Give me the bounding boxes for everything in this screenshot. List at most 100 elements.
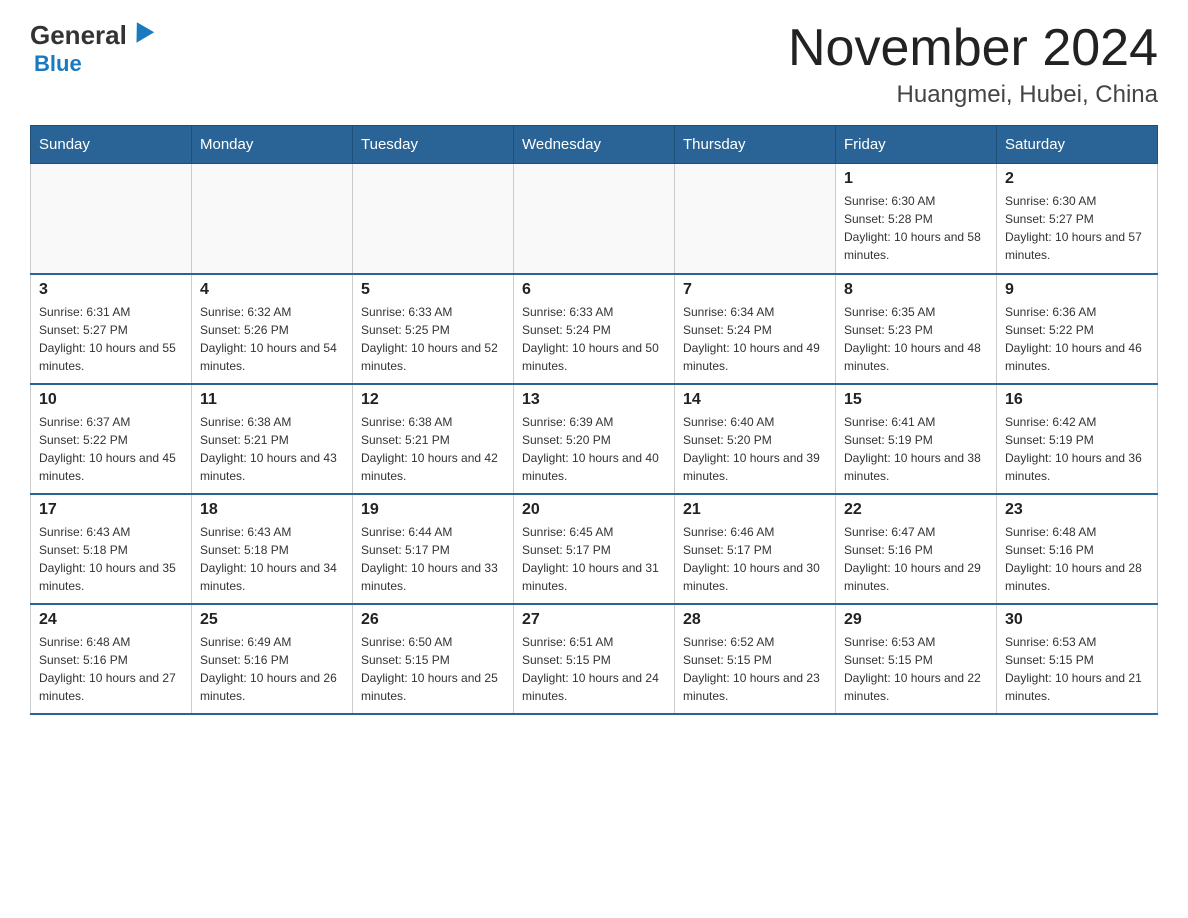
day-number: 18 [200, 501, 344, 519]
calendar-cell: 29 Sunrise: 6:53 AMSunset: 5:15 PMDaylig… [836, 604, 997, 714]
calendar-cell: 17 Sunrise: 6:43 AMSunset: 5:18 PMDaylig… [31, 494, 192, 604]
day-number: 27 [522, 611, 666, 629]
day-info: Sunrise: 6:33 AMSunset: 5:25 PMDaylight:… [361, 303, 505, 375]
calendar-cell [353, 164, 514, 274]
day-number: 26 [361, 611, 505, 629]
calendar-cell: 2 Sunrise: 6:30 AMSunset: 5:27 PMDayligh… [997, 164, 1158, 274]
day-number: 1 [844, 170, 988, 188]
logo: General Blue [30, 20, 151, 77]
calendar-cell: 20 Sunrise: 6:45 AMSunset: 5:17 PMDaylig… [514, 494, 675, 604]
week-row-3: 10 Sunrise: 6:37 AMSunset: 5:22 PMDaylig… [31, 384, 1158, 494]
calendar-cell: 9 Sunrise: 6:36 AMSunset: 5:22 PMDayligh… [997, 274, 1158, 384]
day-info: Sunrise: 6:52 AMSunset: 5:15 PMDaylight:… [683, 633, 827, 705]
day-number: 25 [200, 611, 344, 629]
day-number: 28 [683, 611, 827, 629]
day-number: 7 [683, 281, 827, 299]
calendar-cell: 12 Sunrise: 6:38 AMSunset: 5:21 PMDaylig… [353, 384, 514, 494]
header-day-monday: Monday [192, 126, 353, 164]
day-number: 23 [1005, 501, 1149, 519]
calendar-cell: 28 Sunrise: 6:52 AMSunset: 5:15 PMDaylig… [675, 604, 836, 714]
day-number: 3 [39, 281, 183, 299]
header-day-wednesday: Wednesday [514, 126, 675, 164]
calendar-cell: 24 Sunrise: 6:48 AMSunset: 5:16 PMDaylig… [31, 604, 192, 714]
calendar-body: 1 Sunrise: 6:30 AMSunset: 5:28 PMDayligh… [31, 164, 1158, 714]
day-info: Sunrise: 6:47 AMSunset: 5:16 PMDaylight:… [844, 523, 988, 595]
calendar-cell: 27 Sunrise: 6:51 AMSunset: 5:15 PMDaylig… [514, 604, 675, 714]
calendar-header: SundayMondayTuesdayWednesdayThursdayFrid… [31, 126, 1158, 164]
calendar-title: November 2024 [788, 20, 1158, 77]
day-info: Sunrise: 6:38 AMSunset: 5:21 PMDaylight:… [361, 413, 505, 485]
calendar-cell: 30 Sunrise: 6:53 AMSunset: 5:15 PMDaylig… [997, 604, 1158, 714]
logo-general: General [30, 20, 127, 51]
calendar-cell: 13 Sunrise: 6:39 AMSunset: 5:20 PMDaylig… [514, 384, 675, 494]
day-number: 6 [522, 281, 666, 299]
day-number: 13 [522, 391, 666, 409]
day-info: Sunrise: 6:51 AMSunset: 5:15 PMDaylight:… [522, 633, 666, 705]
day-info: Sunrise: 6:34 AMSunset: 5:24 PMDaylight:… [683, 303, 827, 375]
calendar-cell: 22 Sunrise: 6:47 AMSunset: 5:16 PMDaylig… [836, 494, 997, 604]
day-info: Sunrise: 6:31 AMSunset: 5:27 PMDaylight:… [39, 303, 183, 375]
calendar-cell: 23 Sunrise: 6:48 AMSunset: 5:16 PMDaylig… [997, 494, 1158, 604]
calendar-cell: 11 Sunrise: 6:38 AMSunset: 5:21 PMDaylig… [192, 384, 353, 494]
calendar-cell [514, 164, 675, 274]
calendar-cell: 3 Sunrise: 6:31 AMSunset: 5:27 PMDayligh… [31, 274, 192, 384]
week-row-1: 1 Sunrise: 6:30 AMSunset: 5:28 PMDayligh… [31, 164, 1158, 274]
header-day-sunday: Sunday [31, 126, 192, 164]
day-number: 5 [361, 281, 505, 299]
calendar-cell: 15 Sunrise: 6:41 AMSunset: 5:19 PMDaylig… [836, 384, 997, 494]
day-info: Sunrise: 6:49 AMSunset: 5:16 PMDaylight:… [200, 633, 344, 705]
day-info: Sunrise: 6:48 AMSunset: 5:16 PMDaylight:… [1005, 523, 1149, 595]
day-number: 30 [1005, 611, 1149, 629]
day-info: Sunrise: 6:30 AMSunset: 5:28 PMDaylight:… [844, 192, 988, 264]
day-number: 8 [844, 281, 988, 299]
calendar-cell: 18 Sunrise: 6:43 AMSunset: 5:18 PMDaylig… [192, 494, 353, 604]
calendar-cell [192, 164, 353, 274]
header-day-thursday: Thursday [675, 126, 836, 164]
day-info: Sunrise: 6:36 AMSunset: 5:22 PMDaylight:… [1005, 303, 1149, 375]
week-row-4: 17 Sunrise: 6:43 AMSunset: 5:18 PMDaylig… [31, 494, 1158, 604]
day-info: Sunrise: 6:45 AMSunset: 5:17 PMDaylight:… [522, 523, 666, 595]
calendar-cell: 14 Sunrise: 6:40 AMSunset: 5:20 PMDaylig… [675, 384, 836, 494]
day-info: Sunrise: 6:46 AMSunset: 5:17 PMDaylight:… [683, 523, 827, 595]
day-number: 21 [683, 501, 827, 519]
week-row-2: 3 Sunrise: 6:31 AMSunset: 5:27 PMDayligh… [31, 274, 1158, 384]
day-info: Sunrise: 6:40 AMSunset: 5:20 PMDaylight:… [683, 413, 827, 485]
day-info: Sunrise: 6:32 AMSunset: 5:26 PMDaylight:… [200, 303, 344, 375]
page-header: General Blue November 2024 Huangmei, Hub… [30, 20, 1158, 109]
day-number: 10 [39, 391, 183, 409]
header-day-saturday: Saturday [997, 126, 1158, 164]
day-info: Sunrise: 6:53 AMSunset: 5:15 PMDaylight:… [844, 633, 988, 705]
calendar-cell [675, 164, 836, 274]
day-info: Sunrise: 6:38 AMSunset: 5:21 PMDaylight:… [200, 413, 344, 485]
day-info: Sunrise: 6:39 AMSunset: 5:20 PMDaylight:… [522, 413, 666, 485]
day-number: 4 [200, 281, 344, 299]
calendar-cell: 21 Sunrise: 6:46 AMSunset: 5:17 PMDaylig… [675, 494, 836, 604]
calendar-cell: 26 Sunrise: 6:50 AMSunset: 5:15 PMDaylig… [353, 604, 514, 714]
calendar-cell: 8 Sunrise: 6:35 AMSunset: 5:23 PMDayligh… [836, 274, 997, 384]
header-day-tuesday: Tuesday [353, 126, 514, 164]
day-number: 12 [361, 391, 505, 409]
calendar-table: SundayMondayTuesdayWednesdayThursdayFrid… [30, 125, 1158, 715]
day-info: Sunrise: 6:42 AMSunset: 5:19 PMDaylight:… [1005, 413, 1149, 485]
day-info: Sunrise: 6:44 AMSunset: 5:17 PMDaylight:… [361, 523, 505, 595]
header-row: SundayMondayTuesdayWednesdayThursdayFrid… [31, 126, 1158, 164]
day-number: 24 [39, 611, 183, 629]
day-info: Sunrise: 6:30 AMSunset: 5:27 PMDaylight:… [1005, 192, 1149, 264]
day-info: Sunrise: 6:35 AMSunset: 5:23 PMDaylight:… [844, 303, 988, 375]
day-info: Sunrise: 6:33 AMSunset: 5:24 PMDaylight:… [522, 303, 666, 375]
day-number: 22 [844, 501, 988, 519]
day-number: 15 [844, 391, 988, 409]
day-number: 2 [1005, 170, 1149, 188]
header-day-friday: Friday [836, 126, 997, 164]
day-info: Sunrise: 6:53 AMSunset: 5:15 PMDaylight:… [1005, 633, 1149, 705]
calendar-subtitle: Huangmei, Hubei, China [788, 81, 1158, 109]
day-info: Sunrise: 6:43 AMSunset: 5:18 PMDaylight:… [200, 523, 344, 595]
calendar-cell: 6 Sunrise: 6:33 AMSunset: 5:24 PMDayligh… [514, 274, 675, 384]
calendar-cell: 25 Sunrise: 6:49 AMSunset: 5:16 PMDaylig… [192, 604, 353, 714]
day-number: 20 [522, 501, 666, 519]
week-row-5: 24 Sunrise: 6:48 AMSunset: 5:16 PMDaylig… [31, 604, 1158, 714]
calendar-cell: 7 Sunrise: 6:34 AMSunset: 5:24 PMDayligh… [675, 274, 836, 384]
day-number: 11 [200, 391, 344, 409]
day-number: 29 [844, 611, 988, 629]
logo-text: General [30, 20, 151, 51]
